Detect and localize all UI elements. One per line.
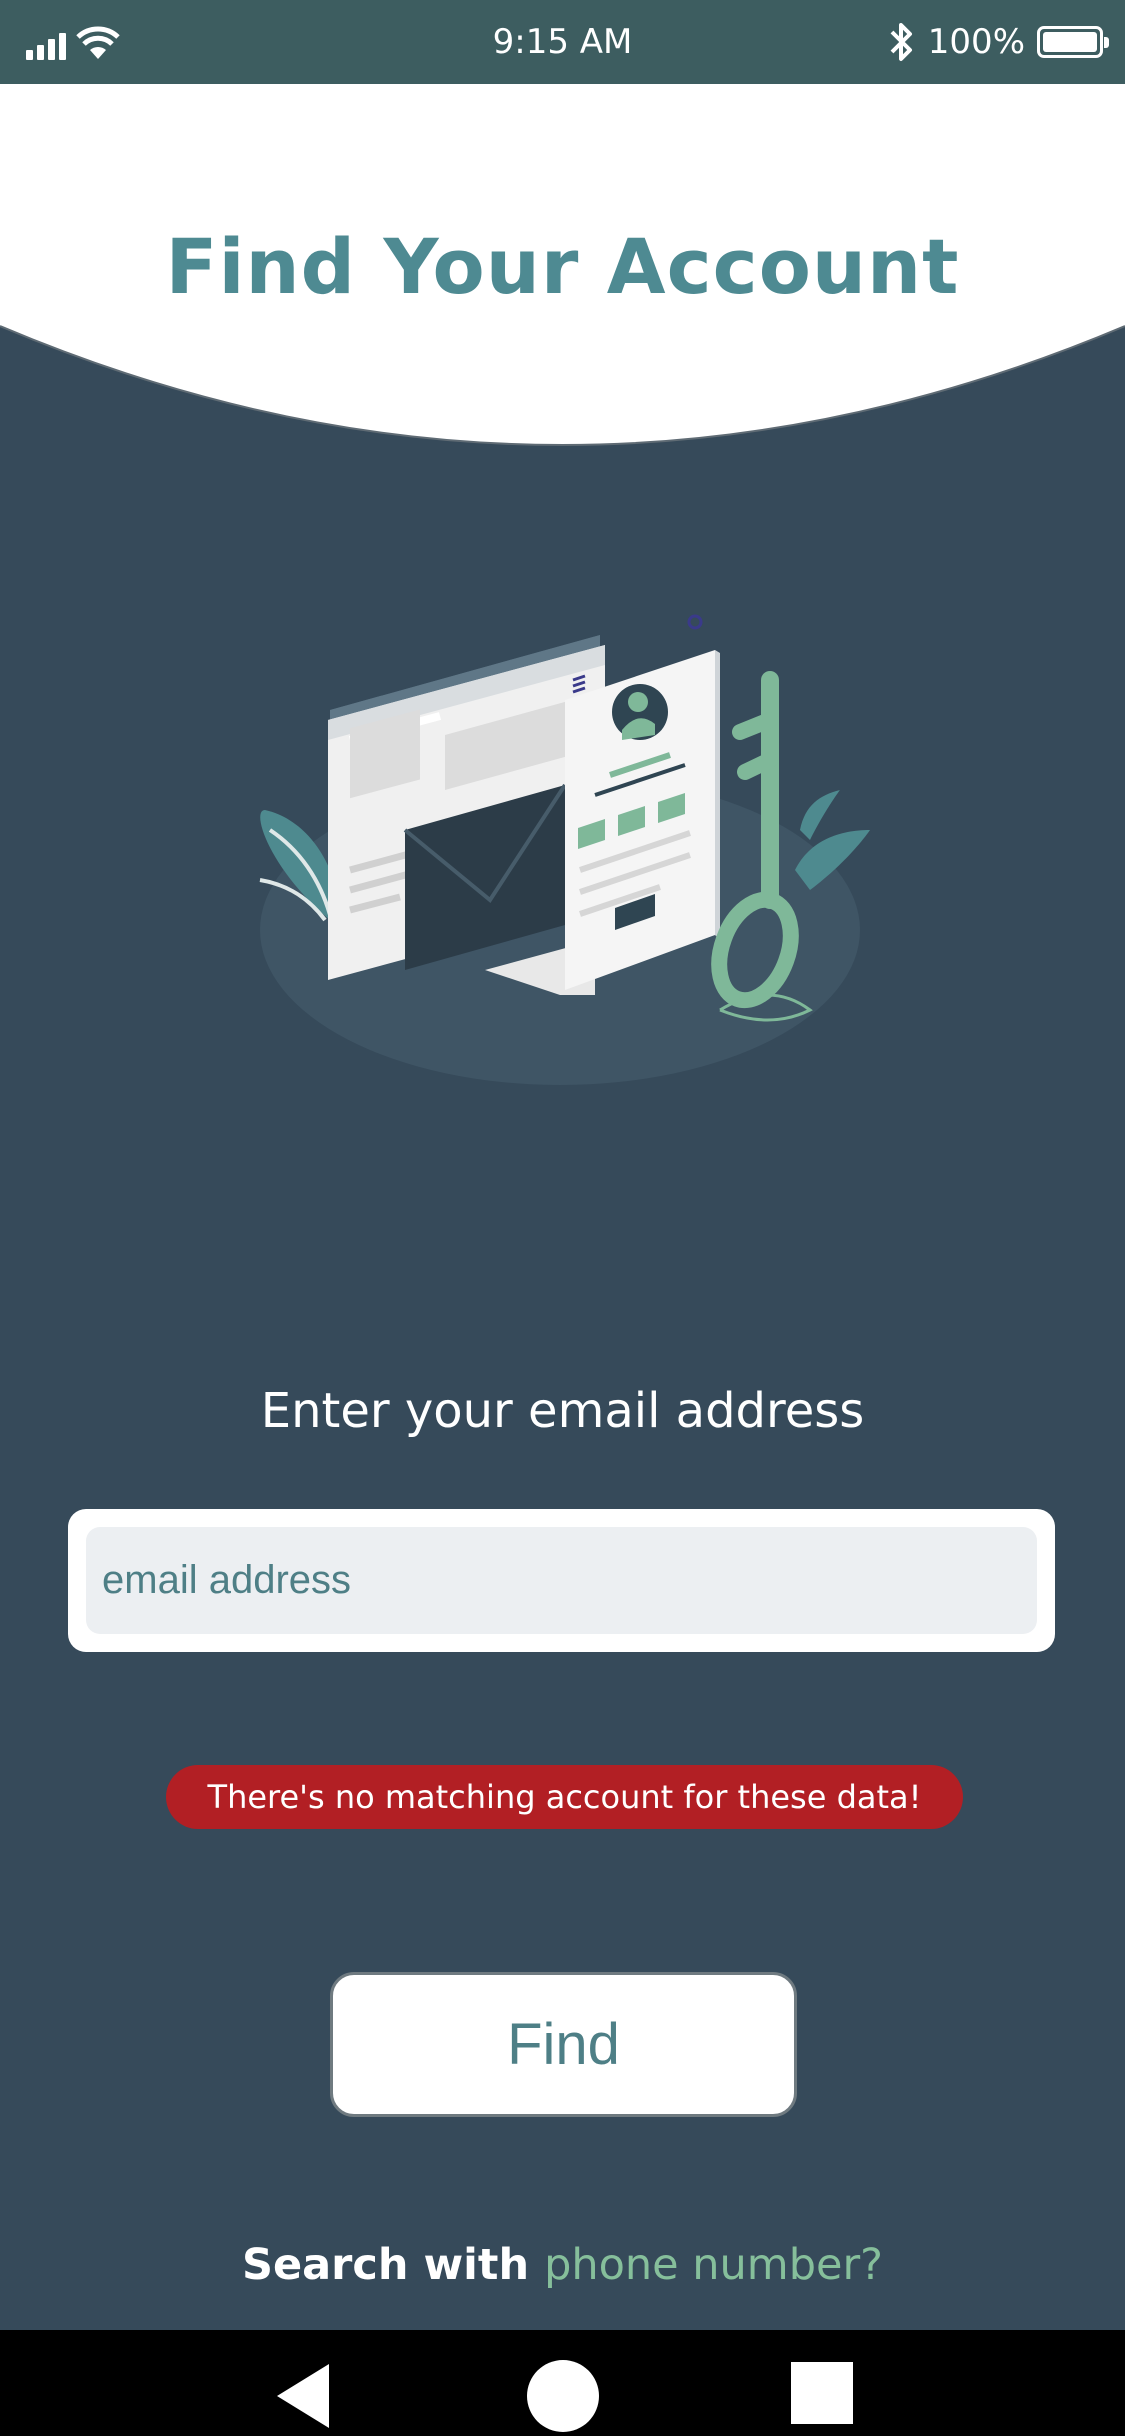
status-bar: 9:15 AM 100% bbox=[0, 0, 1125, 84]
navigation-bar bbox=[0, 2330, 1125, 2436]
battery-percent: 100% bbox=[927, 22, 1025, 62]
status-right: 100% bbox=[886, 18, 1109, 66]
home-icon[interactable] bbox=[527, 2360, 599, 2432]
phone-number-link[interactable]: phone number? bbox=[544, 2240, 883, 2290]
back-icon[interactable] bbox=[277, 2364, 329, 2428]
email-field[interactable] bbox=[86, 1527, 1037, 1634]
find-button[interactable]: Find bbox=[330, 1972, 797, 2117]
battery-level bbox=[1043, 32, 1097, 52]
email-prompt: Enter your email address bbox=[260, 1383, 865, 1439]
bluetooth-icon bbox=[890, 23, 912, 61]
recents-icon[interactable] bbox=[791, 2362, 853, 2424]
alternate-search: Search with phone number? bbox=[0, 2240, 1125, 2290]
email-field-container bbox=[68, 1509, 1055, 1652]
page-title: Find Your Account bbox=[165, 222, 960, 311]
error-message: There's no matching account for these da… bbox=[166, 1765, 963, 1829]
alternate-search-prefix: Search with bbox=[242, 2240, 545, 2290]
battery-icon bbox=[1037, 26, 1109, 58]
account-recovery-illustration bbox=[259, 614, 870, 1085]
